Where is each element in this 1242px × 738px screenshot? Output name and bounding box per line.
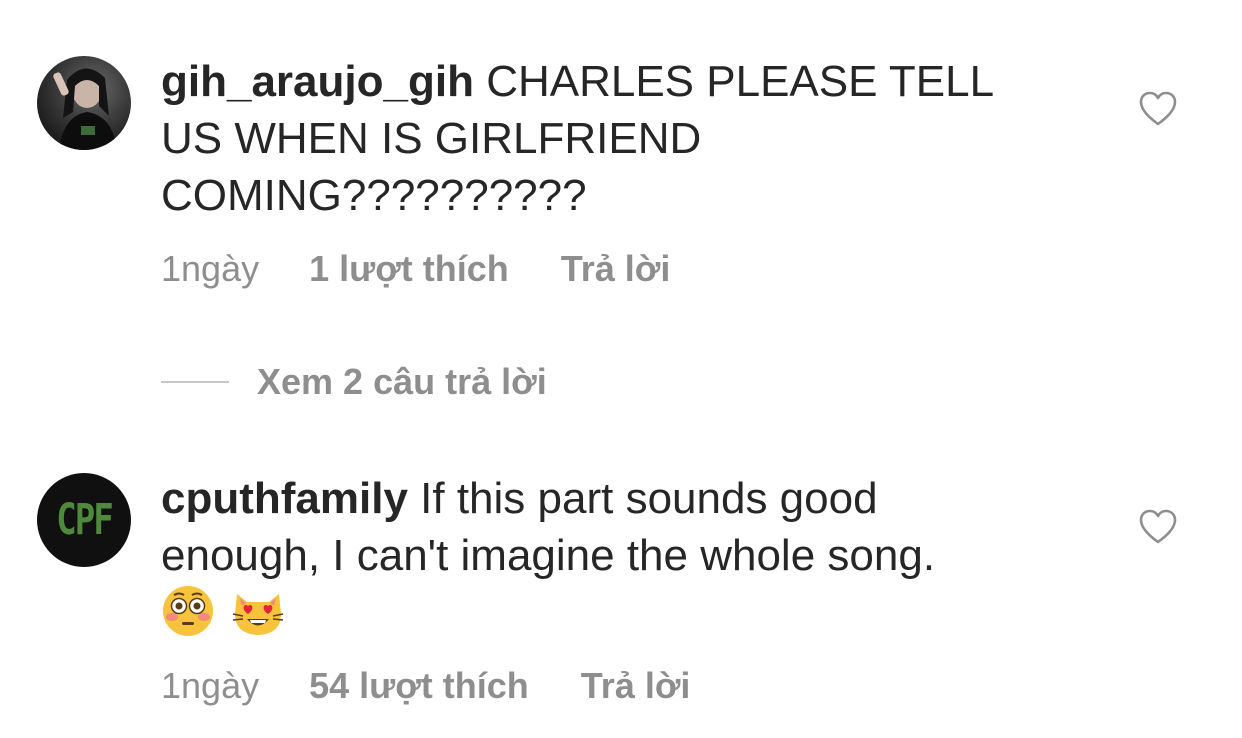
comment-likes[interactable]: 54 lượt thích [309, 665, 529, 707]
heart-icon[interactable] [1139, 509, 1177, 545]
replies-divider [161, 381, 229, 383]
avatar-logo-text: CPF [56, 495, 113, 545]
view-replies-label: Xem 2 câu trả lời [257, 361, 547, 402]
comment-time: 1ngày [161, 248, 260, 289]
comment-text: gih_araujo_gih CHARLES PLEASE TELL US WH… [161, 53, 1041, 224]
comment-username[interactable]: cputhfamily [161, 474, 408, 523]
comment-time: 1ngày [161, 665, 260, 706]
avatar[interactable] [37, 56, 131, 150]
smiling-cat-heart-eyes-icon [231, 584, 285, 638]
comment-text: cputhfamily If this part sounds good eno… [161, 470, 1041, 644]
comment-meta: 1ngày 1 lượt thích Trả lời [161, 248, 670, 290]
heart-icon[interactable] [1139, 91, 1177, 127]
comment-meta: 1ngày 54 lượt thích Trả lời [161, 665, 690, 707]
view-replies-button[interactable]: Xem 2 câu trả lời [161, 361, 547, 402]
avatar[interactable]: CPF [37, 473, 131, 567]
flushed-face-icon [161, 584, 215, 638]
profile-photo-icon [53, 68, 117, 150]
comment-likes[interactable]: 1 lượt thích [309, 248, 509, 290]
reply-button[interactable]: Trả lời [581, 665, 691, 707]
comment-username[interactable]: gih_araujo_gih [161, 57, 474, 106]
reply-button[interactable]: Trả lời [561, 248, 671, 290]
